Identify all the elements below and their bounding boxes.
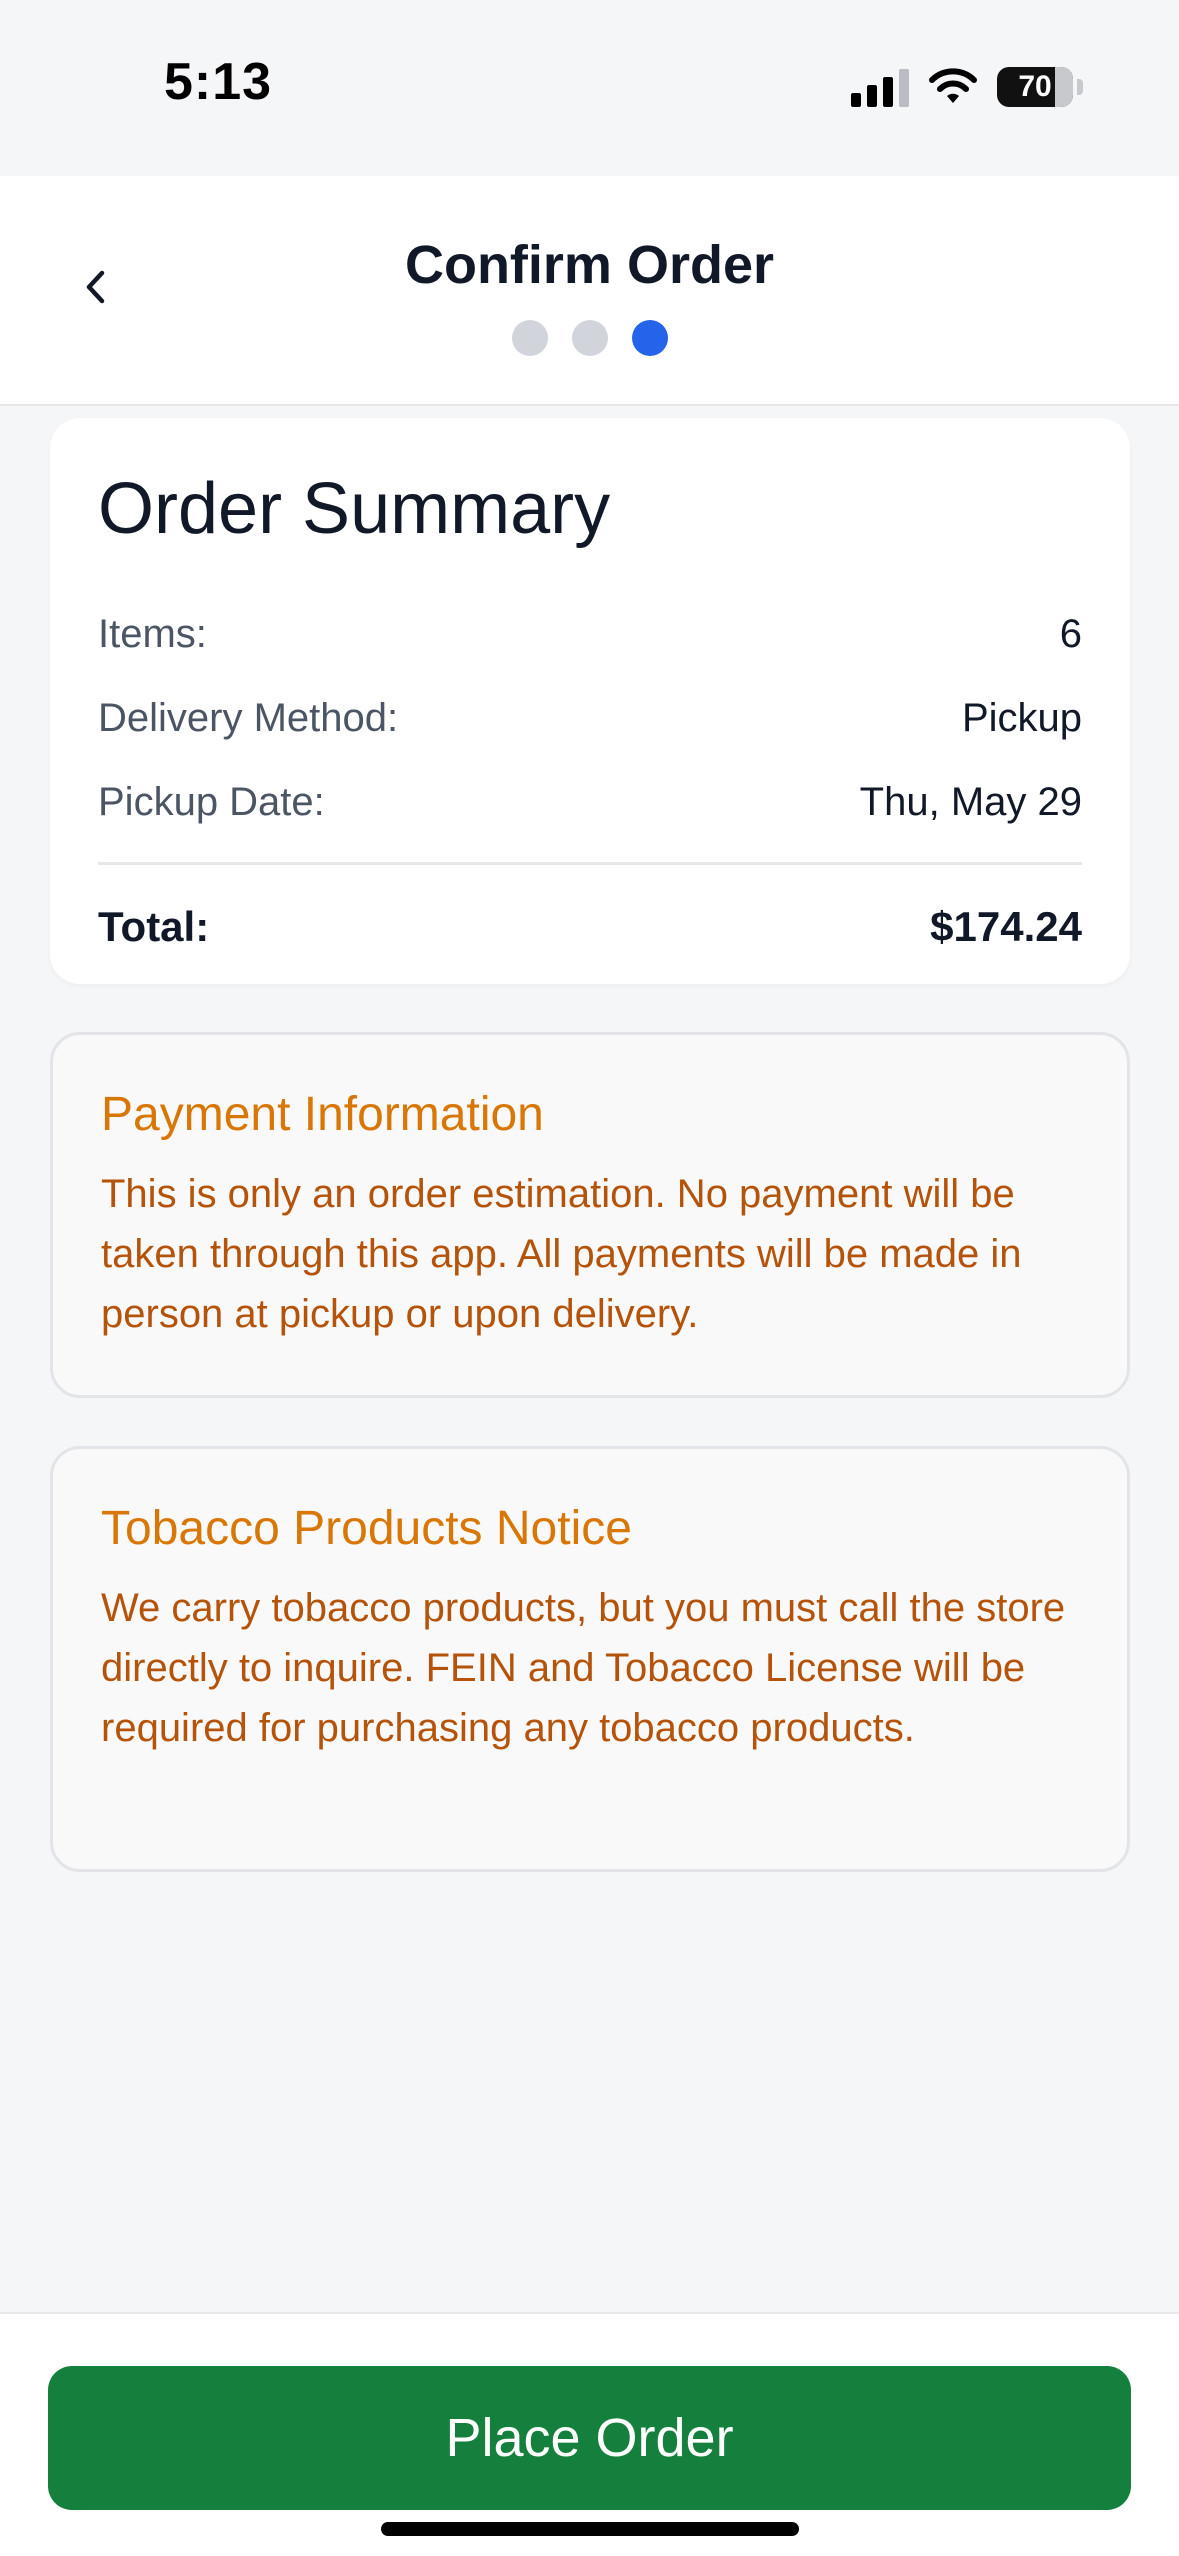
cellular-signal-icon (851, 67, 909, 107)
bottom-action-bar: Place Order (0, 2312, 1179, 2556)
order-summary-card: Order Summary Items: 6 Delivery Method: … (50, 418, 1130, 984)
delivery-method-label: Delivery Method: (98, 695, 399, 740)
tobacco-notice-title: Tobacco Products Notice (101, 1502, 632, 1555)
step-dot-3-active (631, 320, 668, 356)
summary-row-delivery-method: Delivery Method: Pickup (98, 676, 1082, 760)
status-bar: 5:13 70 (0, 0, 1179, 176)
step-dot-2 (571, 320, 608, 356)
items-label: Items: (98, 611, 207, 656)
wifi-icon (929, 68, 977, 103)
summary-divider (98, 862, 1082, 865)
step-dot-1 (511, 320, 548, 356)
payment-information-body: This is only an order estimation. No pay… (101, 1172, 1022, 1336)
home-indicator (381, 2522, 799, 2536)
total-value: $174.24 (930, 903, 1082, 950)
payment-information-title: Payment Information (101, 1088, 544, 1141)
step-indicator (0, 320, 1179, 356)
order-summary-title: Order Summary (98, 469, 611, 549)
battery-icon: 70 (997, 67, 1073, 107)
pickup-date-label: Pickup Date: (98, 779, 325, 824)
status-time: 5:13 (164, 53, 273, 111)
status-icons: 70 (851, 62, 1083, 112)
page-title: Confirm Order (404, 235, 775, 295)
items-value: 6 (1059, 611, 1082, 656)
tobacco-notice-body: We carry tobacco products, but you must … (101, 1586, 1066, 1750)
pickup-date-value: Thu, May 29 (859, 779, 1082, 824)
summary-row-total: Total: $174.24 (98, 885, 1082, 969)
summary-row-pickup-date: Pickup Date: Thu, May 29 (98, 760, 1082, 844)
delivery-method-value: Pickup (961, 695, 1082, 740)
battery-level: 70 (1018, 70, 1052, 103)
header: Confirm Order (0, 176, 1179, 406)
tobacco-notice-card: Tobacco Products Notice We carry tobacco… (50, 1446, 1130, 1872)
total-label: Total: (98, 903, 210, 950)
place-order-button[interactable]: Place Order (48, 2366, 1131, 2510)
summary-row-items: Items: 6 (98, 592, 1082, 676)
payment-information-card: Payment Information This is only an orde… (50, 1032, 1130, 1398)
